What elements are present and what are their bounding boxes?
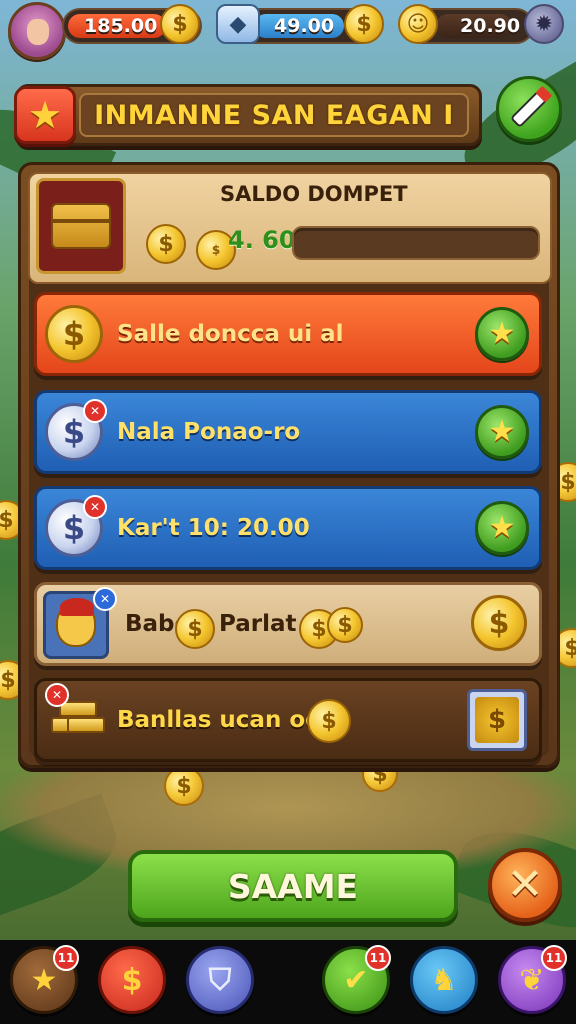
coin-icon: $: [307, 699, 351, 743]
coin-icon: $: [327, 607, 363, 643]
close-button[interactable]: ✕: [488, 848, 562, 922]
option-row-label: Salle doncca ui al: [117, 321, 344, 347]
coin-icon[interactable]: $: [344, 4, 384, 44]
select-star-button[interactable]: ★: [475, 307, 529, 361]
gear-icon[interactable]: ✹: [524, 4, 564, 44]
shield-icon: ⛉: [208, 962, 232, 998]
page-title: INMANNE SAN EAGAN I: [94, 99, 454, 131]
nav-shop-button[interactable]: $: [98, 946, 166, 1014]
option-row-4[interactable]: ✕ Babo $ Parlat $ $ $: [34, 582, 542, 666]
favorite-button[interactable]: ★: [14, 86, 76, 144]
star-icon: ★: [488, 510, 516, 545]
option-row-5[interactable]: ✕ Banllas ucan oo $ $: [34, 678, 542, 762]
close-icon: ✕: [506, 859, 544, 910]
nav-star-button[interactable]: ★ 11: [10, 945, 79, 1014]
nav-shield-button[interactable]: ⛉: [186, 946, 254, 1014]
notification-badge: ✕: [45, 683, 69, 707]
coin-stack-icon: $: [475, 697, 519, 743]
option-row-1[interactable]: $ Salle doncca ui al ★: [34, 292, 542, 376]
wallet-balance: 4. 60: [228, 226, 296, 254]
coin-icon: $: [175, 609, 215, 649]
gem-icon: ◆: [216, 4, 260, 44]
option-row-label: Nala Ponao-ro: [117, 419, 301, 445]
leaf-icon: ❦: [519, 962, 545, 998]
coin-icon[interactable]: ☺: [398, 4, 438, 44]
select-star-button[interactable]: ★: [475, 405, 529, 459]
nav-check-button[interactable]: ✔ 11: [322, 945, 391, 1014]
notification-badge: ✕: [93, 587, 117, 611]
bottom-nav: [0, 940, 576, 1024]
resource-bar: 185.00 $ 49.00 ◆ $ 20.90 ☺ ✹: [0, 0, 576, 60]
title-plate: INMANNE SAN EAGAN I: [79, 93, 469, 137]
coin-icon: $: [164, 766, 204, 806]
nav-bird-button[interactable]: ♞: [410, 946, 478, 1014]
nav-leaf-button[interactable]: ❦ 11: [498, 945, 567, 1014]
star-icon: ★: [488, 414, 516, 449]
notification-badge: 11: [53, 945, 79, 971]
option-row-3[interactable]: $ ✕ Kar't 10: 20.00 ★: [34, 486, 542, 570]
star-icon: ★: [30, 962, 58, 998]
balance-input[interactable]: [292, 226, 540, 260]
star-icon: ★: [27, 93, 63, 137]
check-icon: ✔: [343, 962, 369, 998]
star-icon: ★: [488, 316, 516, 351]
coin-icon: $: [146, 224, 186, 264]
notification-badge: 11: [365, 945, 391, 971]
title-banner: INMANNE SAN EAGAN I: [16, 84, 482, 146]
coin-icon[interactable]: $: [471, 595, 527, 651]
option-row-2[interactable]: $ ✕ Nala Ponao-ro ★: [34, 390, 542, 474]
pencil-icon: [512, 92, 546, 126]
coin-icon[interactable]: $: [160, 4, 200, 44]
wallet-title: SALDO DOMPET: [220, 182, 408, 206]
option-row-label: Banllas ucan oo: [117, 707, 321, 733]
resource-3-value: 20.90: [460, 15, 521, 37]
notification-badge: ✕: [83, 495, 107, 519]
notification-badge: 11: [541, 945, 567, 971]
edit-button[interactable]: [496, 76, 562, 142]
option-row-label: Parlat: [219, 611, 297, 637]
notification-badge: ✕: [83, 399, 107, 423]
coin-box-button[interactable]: $: [467, 689, 527, 751]
save-button[interactable]: SAAME: [128, 850, 458, 922]
option-row-label: Kar't 10: 20.00: [117, 515, 310, 541]
player-avatar[interactable]: [8, 2, 66, 60]
coin-icon: $: [45, 305, 103, 363]
select-star-button[interactable]: ★: [475, 501, 529, 555]
resource-1-value: 185.00: [84, 15, 158, 37]
resource-2-value: 49.00: [274, 15, 335, 37]
dollar-icon: $: [121, 962, 143, 998]
save-button-label: SAAME: [227, 866, 359, 906]
treasure-chest-icon: [36, 178, 126, 274]
bird-icon: ♞: [430, 962, 458, 998]
